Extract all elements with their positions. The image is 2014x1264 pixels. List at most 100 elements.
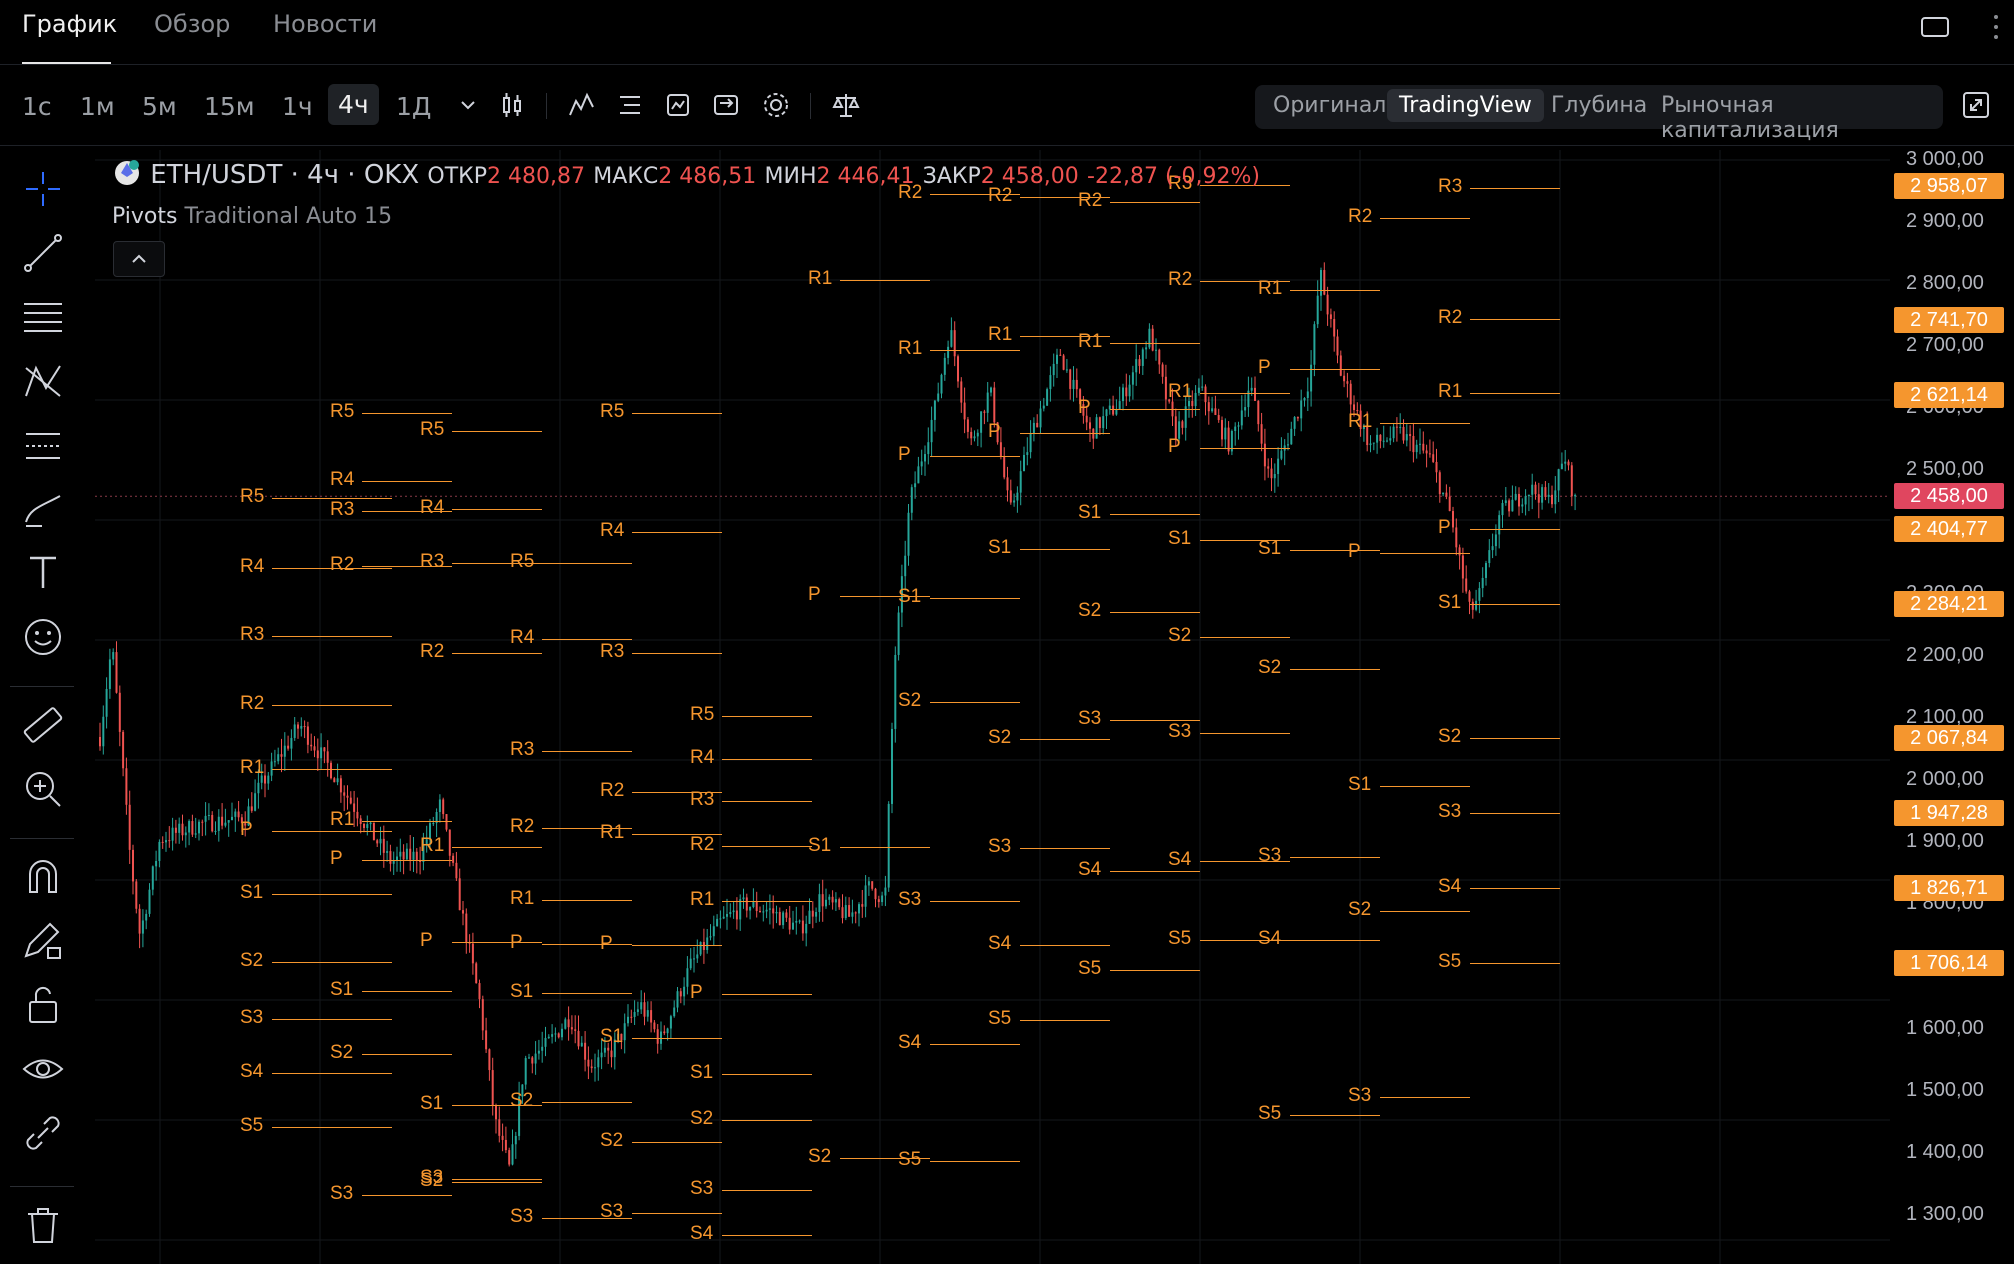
lock-drawing-icon[interactable] <box>20 918 66 964</box>
candle-body <box>267 775 270 784</box>
toolbar-divider <box>546 93 547 119</box>
tab-chart[interactable]: График <box>22 10 117 38</box>
replay-icon[interactable] <box>662 89 694 121</box>
candle-body <box>1527 494 1530 497</box>
eye-icon[interactable] <box>20 1046 66 1092</box>
gear-icon[interactable] <box>760 89 792 121</box>
pivot-line-p <box>1470 529 1560 531</box>
expand-icon[interactable] <box>1960 89 1992 121</box>
timeframe-4h[interactable]: 4ч <box>328 84 379 125</box>
candle-body <box>145 913 148 921</box>
zoom-in-icon[interactable] <box>20 766 66 812</box>
candle-body <box>910 487 913 513</box>
indicator-legend[interactable]: Pivots Traditional Auto 15 <box>112 204 392 229</box>
candle-body <box>1485 563 1487 578</box>
pivot-line-s4 <box>1020 945 1110 947</box>
close-label: ЗАКР <box>922 164 981 189</box>
pivot-line-p <box>930 455 1020 457</box>
view-tradingview[interactable]: TradingView <box>1387 89 1544 122</box>
collapse-legend-button[interactable] <box>113 241 165 277</box>
pivot-label-r2: R2 <box>240 693 265 715</box>
scales-icon[interactable] <box>830 89 862 121</box>
pivot-label-r1: R1 <box>1168 380 1193 402</box>
trend-line-icon[interactable] <box>20 230 66 276</box>
eth-coin-icon <box>115 160 139 185</box>
indicators-icon[interactable] <box>566 89 598 121</box>
symbol-title[interactable]: ETH/USDT · 4ч · OKX <box>150 160 419 190</box>
text-icon[interactable] <box>20 550 66 596</box>
pivot-label-p: P <box>420 929 433 951</box>
timeframe-1d[interactable]: 1Д <box>396 92 431 121</box>
candles-type-icon[interactable] <box>496 89 528 121</box>
candle-body <box>1452 511 1454 528</box>
pivot-label-s1: S1 <box>1438 591 1462 613</box>
candle-body <box>1013 500 1016 503</box>
pivot-line-p <box>1200 447 1290 449</box>
change-value: -22,87 (-0,92%) <box>1087 164 1260 189</box>
candle-body <box>495 1105 497 1120</box>
pivot-line-r3 <box>272 636 392 638</box>
pivot-label-s1: S1 <box>330 979 354 1001</box>
view-depth[interactable]: Глубина <box>1551 93 1647 118</box>
candle-body <box>745 897 748 911</box>
unlock-icon[interactable] <box>20 982 66 1028</box>
view-original[interactable]: Оригинал <box>1273 93 1386 118</box>
more-options-icon[interactable] <box>1990 12 2002 42</box>
candle-body <box>1481 577 1484 589</box>
candle-body <box>990 387 992 393</box>
view-market-cap[interactable]: Рыночная капитализация <box>1661 93 1943 143</box>
timeframe-5m[interactable]: 5м <box>142 92 177 121</box>
candle-body <box>1023 454 1025 472</box>
crosshair-icon[interactable] <box>20 166 66 212</box>
candle-body <box>663 1031 666 1034</box>
candle-body <box>1409 434 1412 436</box>
tab-overview[interactable]: Обзор <box>154 10 230 38</box>
chevron-down-icon[interactable] <box>452 89 484 121</box>
pivot-label-r1: R1 <box>330 809 355 831</box>
pivot-label-s5: S5 <box>1258 1103 1282 1125</box>
price-tick: 1 500,00 <box>1906 1078 1984 1101</box>
pivot-label-p: P <box>988 420 1001 442</box>
list-icon[interactable] <box>614 89 646 121</box>
timeframe-1h[interactable]: 1ч <box>282 92 313 121</box>
candle-body <box>1395 426 1398 428</box>
pivot-line-s5 <box>1290 1115 1380 1117</box>
compare-icon[interactable] <box>710 89 742 121</box>
pivot-line-s5 <box>1110 969 1200 971</box>
ruler-icon[interactable] <box>20 702 66 748</box>
timeframe-1s[interactable]: 1с <box>22 92 52 121</box>
trash-icon[interactable] <box>20 1202 66 1248</box>
price-tick: 1 400,00 <box>1906 1140 1984 1163</box>
pivot-line-s3 <box>1470 813 1560 815</box>
pivot-price-badge: 1 947,28 <box>1894 800 2004 827</box>
emoji-icon[interactable] <box>20 614 66 660</box>
candle-body <box>1211 408 1214 412</box>
pivot-label-s2: S2 <box>898 689 922 711</box>
candle-body <box>1158 349 1161 365</box>
candle-body <box>1488 550 1491 564</box>
link-icon[interactable] <box>20 1110 66 1156</box>
candle-body <box>623 1023 626 1041</box>
pattern-icon[interactable] <box>20 358 66 404</box>
horizontal-lines-icon[interactable] <box>20 294 66 340</box>
candle-body <box>874 888 877 900</box>
timeframe-1m[interactable]: 1м <box>80 92 115 121</box>
pivot-line-s1 <box>362 991 452 993</box>
fib-icon[interactable] <box>20 422 66 468</box>
candle-body <box>1234 426 1237 431</box>
candle-body <box>603 1047 606 1053</box>
candle-body <box>165 840 167 843</box>
candle-body <box>927 442 930 455</box>
candle-body <box>201 821 204 823</box>
brush-icon[interactable] <box>20 486 66 532</box>
pivot-line-s4 <box>1110 870 1200 872</box>
tab-news[interactable]: Новости <box>273 10 377 38</box>
candle-body <box>554 1033 557 1035</box>
timeframe-15m[interactable]: 15м <box>204 92 255 121</box>
fullscreen-window-icon[interactable] <box>1920 15 1950 39</box>
candle-body <box>1461 555 1464 579</box>
candle-body <box>168 840 171 842</box>
candle-body <box>330 762 332 779</box>
pivot-line-s2 <box>362 1053 452 1055</box>
magnet-icon[interactable] <box>20 854 66 900</box>
